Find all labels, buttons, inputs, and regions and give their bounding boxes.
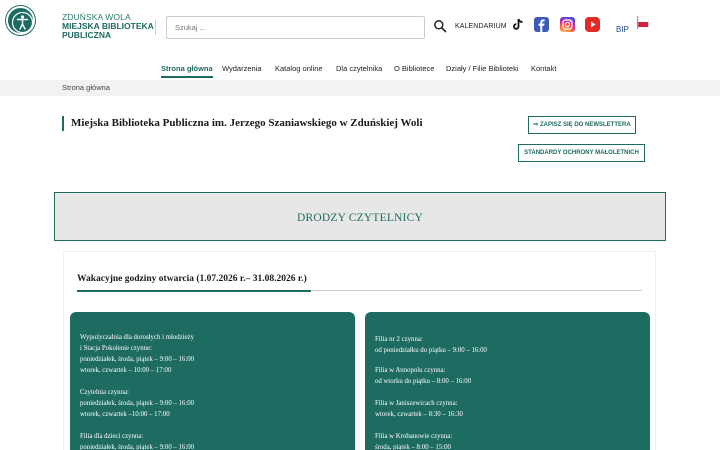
nav-item-events[interactable]: Wydarzenia bbox=[222, 64, 262, 73]
card-line: wtorek, czwartek –10:00 – 17:00 bbox=[80, 411, 170, 418]
facebook-icon[interactable] bbox=[534, 17, 549, 32]
card-line: poniedziałek, środa, piątek – 9:00 – 16:… bbox=[80, 444, 195, 450]
nav-item-for-readers[interactable]: Dla czytelnika bbox=[336, 64, 382, 73]
card-line: od poniedziałku do piątku – 9:00 – 16:00 bbox=[375, 347, 487, 354]
nav-item-contact[interactable]: Kontakt bbox=[531, 64, 556, 73]
section-heading: Wakacyjne godziny otwarcia (1.07.2026 r.… bbox=[77, 274, 307, 284]
title-accent-bar bbox=[62, 116, 64, 131]
search-box bbox=[166, 16, 425, 39]
card-heading: Filia dla dzieci czynna: bbox=[80, 433, 144, 440]
hero-title: DRODZY CZYTELNICY bbox=[297, 212, 423, 224]
card-heading: Filia w Janiszewicach czynna: bbox=[375, 400, 458, 407]
page-title: Miejska Biblioteka Publiczna im. Jerzego… bbox=[71, 117, 423, 129]
instagram-icon[interactable] bbox=[560, 17, 575, 32]
nav-item-about[interactable]: O Bibliotece bbox=[394, 64, 434, 73]
nav-item-home[interactable]: Strona główna bbox=[161, 64, 213, 73]
youtube-icon[interactable] bbox=[585, 17, 600, 32]
site-header: ZDUŃSKA WOLA MIEJSKA BIBLIOTEKA PUBLICZN… bbox=[0, 0, 720, 54]
card-line: wtorek, czwartek – 10:00 – 17:00 bbox=[80, 367, 172, 374]
newsletter-button[interactable]: ⇨ ZAPISZ SIĘ DO NEWSLETTERA bbox=[528, 116, 636, 134]
section-heading-underline bbox=[77, 290, 311, 292]
nav-active-underline bbox=[161, 76, 213, 78]
site-logo[interactable]: ZDUŃSKA WOLA MIEJSKA BIBLIOTEKA PUBLICZN… bbox=[62, 13, 154, 40]
card-heading: Filia w Krobanowie czynna: bbox=[375, 433, 453, 440]
accessibility-icon[interactable] bbox=[6, 6, 35, 35]
tiktok-icon[interactable] bbox=[510, 17, 525, 32]
card-heading: Filia nr 2 czynna: bbox=[375, 336, 423, 343]
main-nav: Strona główna Wydarzenia Katalog online … bbox=[0, 56, 720, 80]
breadcrumb[interactable]: Strona główna bbox=[62, 83, 110, 92]
logo-line-name-2: PUBLICZNA bbox=[62, 30, 112, 40]
card-line: od wtorku do piątku – 8:00 – 16:00 bbox=[375, 378, 472, 385]
nav-item-branches[interactable]: Działy / Filie Biblioteki bbox=[446, 64, 519, 73]
hero-banner: DRODZY CZYTELNICY bbox=[54, 192, 666, 241]
card-line: środa, piątek – 8:00 – 15:00 bbox=[375, 444, 451, 450]
hours-card-main: Wypożyczalnia dla dorosłych i młodzieży … bbox=[70, 312, 355, 450]
search-icon[interactable] bbox=[433, 19, 447, 33]
hours-card-branches: Filia nr 2 czynna: od poniedziałku do pi… bbox=[365, 312, 650, 450]
kalendarium-link[interactable]: KALENDARIUM bbox=[455, 23, 507, 30]
card-line: poniedziałek, środa, piątek – 9:00 – 16:… bbox=[80, 400, 195, 407]
card-line: wtorek, czwartek – 8:30 – 16:30 bbox=[375, 411, 463, 418]
card-heading: Czytelnia czynna: bbox=[80, 389, 129, 396]
bip-flag-icon[interactable] bbox=[637, 16, 649, 29]
card-heading: Filia w Annopolu czynna: bbox=[375, 367, 446, 374]
nav-item-catalog[interactable]: Katalog online bbox=[275, 64, 323, 73]
bip-link[interactable]: BIP bbox=[616, 25, 629, 34]
card-heading: i Stacja Pokolenie czynne: bbox=[80, 345, 152, 352]
card-line: poniedziałek, środa, piątek – 9:00 – 16:… bbox=[80, 356, 195, 363]
logo-divider bbox=[155, 20, 156, 35]
card-heading: Wypożyczalnia dla dorosłych i młodzieży bbox=[80, 334, 194, 341]
standards-button[interactable]: STANDARDY OCHRONY MAŁOLETNICH bbox=[518, 144, 645, 162]
search-input[interactable] bbox=[167, 17, 424, 38]
